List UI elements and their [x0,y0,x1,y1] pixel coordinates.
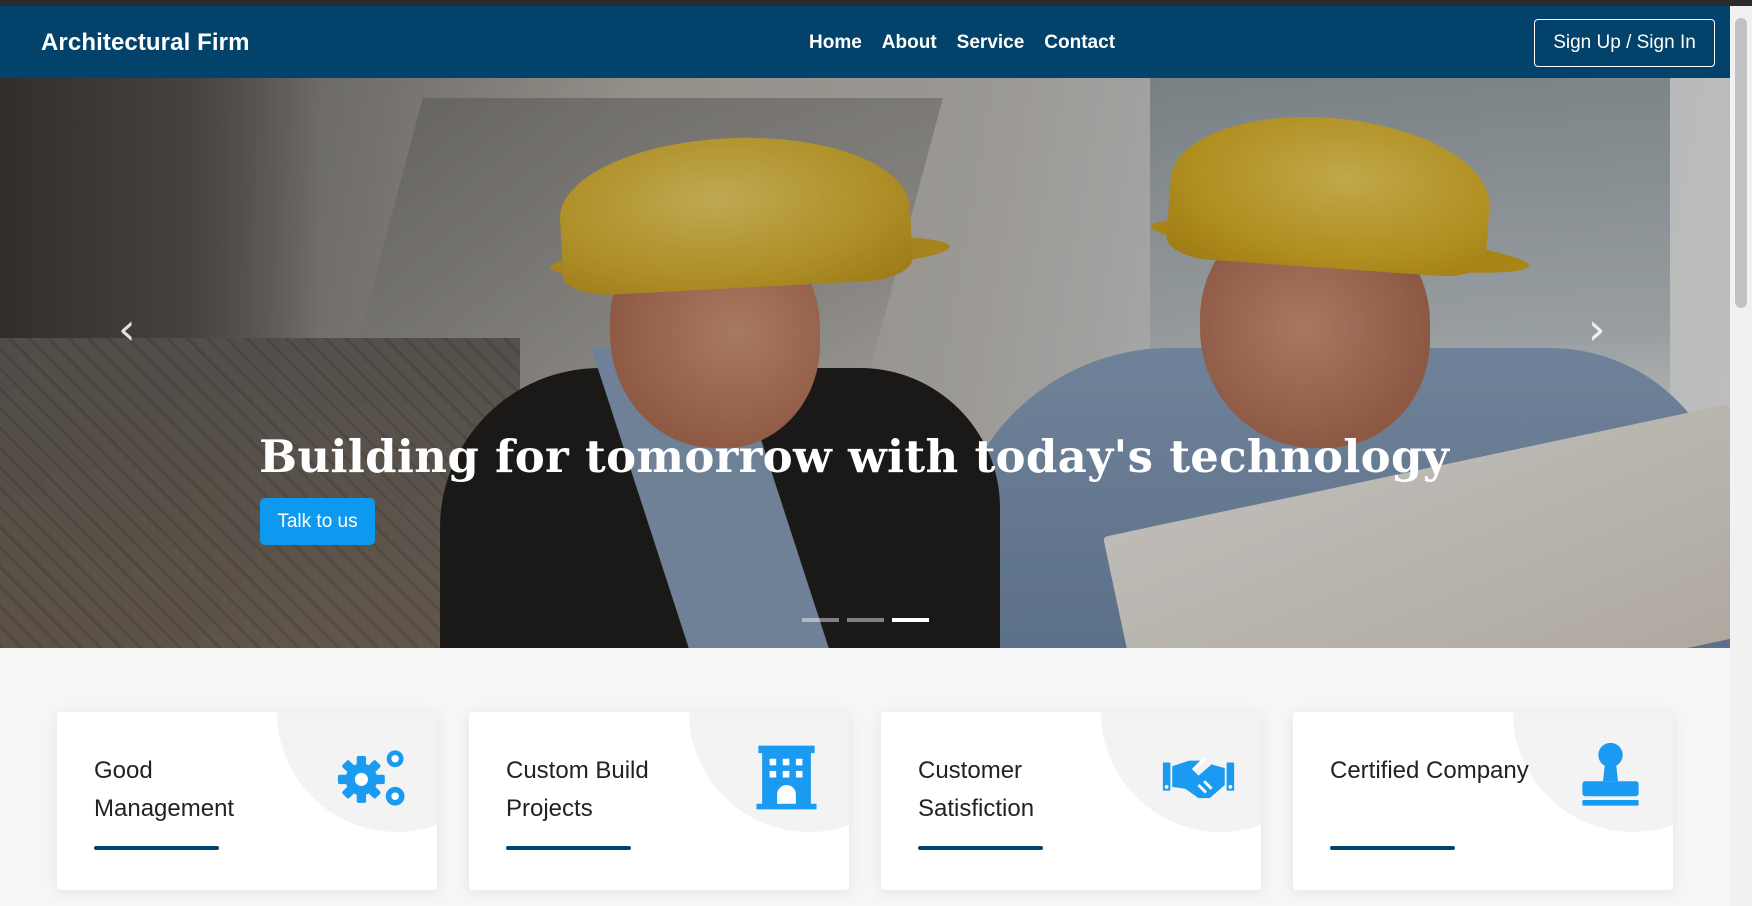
feature-underline [1330,846,1455,850]
navbar: Architectural Firm Home About Service Co… [0,6,1730,78]
carousel-next-icon[interactable]: › [1588,308,1606,352]
feature-card: Good Management [57,712,437,890]
feature-underline [506,846,631,850]
talk-to-us-button[interactable]: Talk to us [260,498,375,545]
carousel-indicator-1[interactable] [802,618,839,622]
feature-title: Customer Satisfiction [918,757,1035,822]
carousel-indicator-3[interactable] [892,618,929,622]
page: Architectural Firm Home About Service Co… [0,6,1730,906]
feature-title: Certified Company [1330,757,1529,784]
gears-icon [337,750,405,806]
hero-heading: Building for tomorrow with today's techn… [259,430,1450,483]
feature-card: Customer Satisfiction [881,712,1261,890]
hero-carousel: ‹ › Building for tomorrow with today's t… [0,78,1730,648]
feature-title: Good Management [94,757,235,822]
feature-card: Certified Company [1293,712,1673,890]
stamp-icon [1582,742,1639,806]
carousel-prev-icon[interactable]: ‹ [118,308,136,352]
building-icon [756,745,817,810]
feature-title: Custom Build Projects [506,757,649,822]
nav-link-about[interactable]: About [882,32,937,54]
feature-card: Custom Build Projects [469,712,849,890]
nav-link-service[interactable]: Service [957,32,1025,54]
feature-underline [94,846,219,850]
feature-cards: Good Management Custom Build Projects Cu… [57,712,1673,890]
carousel-indicator-2[interactable] [847,618,884,622]
carousel-indicators [802,618,929,622]
scrollbar-thumb[interactable] [1735,18,1747,308]
nav-link-home[interactable]: Home [809,32,862,54]
handshake-icon [1162,757,1235,799]
feature-underline [918,846,1043,850]
nav-links: Home About Service Contact [809,32,1135,54]
hero-overlay [0,78,1730,648]
signin-button[interactable]: Sign Up / Sign In [1534,19,1715,67]
scrollbar[interactable] [1730,6,1752,906]
brand-logo[interactable]: Architectural Firm [41,29,250,57]
nav-link-contact[interactable]: Contact [1044,32,1115,54]
